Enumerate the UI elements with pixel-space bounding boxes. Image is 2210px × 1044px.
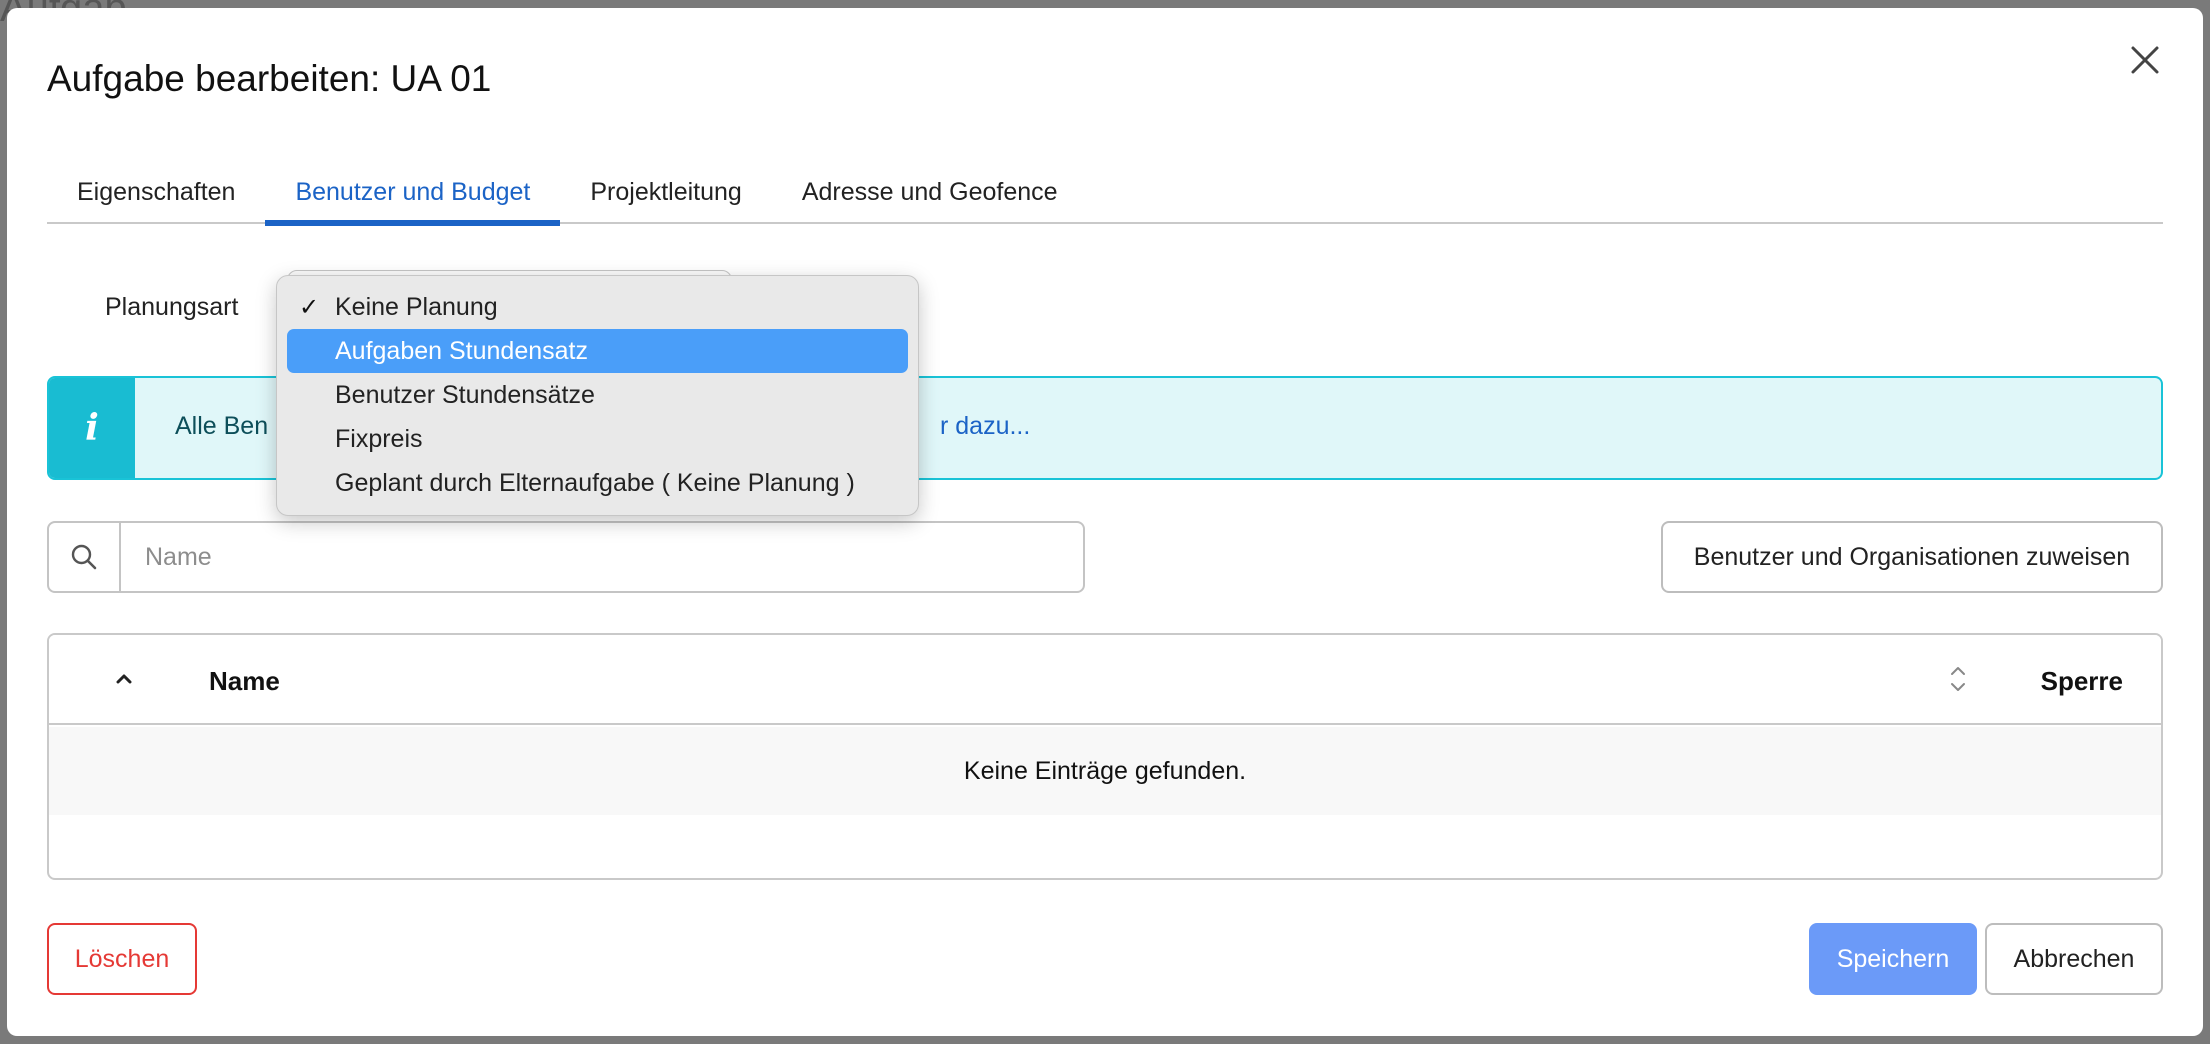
dropdown-option-label: Aufgaben Stundensatz bbox=[335, 336, 588, 365]
dropdown-option-keine-planung[interactable]: ✓ Keine Planung bbox=[287, 285, 908, 329]
edit-task-modal: Aufgabe bearbeiten: UA 01 Eigenschaften … bbox=[7, 8, 2203, 1036]
tab-projektleitung[interactable]: Projektleitung bbox=[560, 158, 771, 224]
dropdown-option-aufgaben-stundensatz[interactable]: Aufgaben Stundensatz bbox=[287, 329, 908, 373]
cancel-button[interactable]: Abbrechen bbox=[1985, 923, 2163, 995]
dropdown-option-geplant-durch-elternaufgabe[interactable]: Geplant durch Elternaufgabe ( Keine Plan… bbox=[287, 461, 908, 505]
tab-adresse-und-geofence[interactable]: Adresse und Geofence bbox=[772, 158, 1088, 224]
tab-bar: Eigenschaften Benutzer und Budget Projek… bbox=[47, 158, 2163, 226]
table-empty-message: Keine Einträge gefunden. bbox=[49, 727, 2161, 815]
save-button[interactable]: Speichern bbox=[1809, 923, 1977, 995]
close-button[interactable] bbox=[2121, 36, 2169, 84]
info-text: Alle Ben bbox=[175, 412, 269, 440]
chevron-up-icon[interactable] bbox=[109, 663, 139, 693]
info-icon: i bbox=[49, 378, 135, 478]
tab-eigenschaften[interactable]: Eigenschaften bbox=[47, 158, 265, 224]
search-group bbox=[47, 521, 1085, 593]
dropdown-option-label: Fixpreis bbox=[335, 424, 423, 453]
dropdown-option-benutzer-stundensaetze[interactable]: Benutzer Stundensätze bbox=[287, 373, 908, 417]
delete-button[interactable]: Löschen bbox=[47, 923, 197, 995]
search-input[interactable] bbox=[121, 523, 1083, 591]
planning-type-dropdown: ✓ Keine Planung Aufgaben Stundensatz Ben… bbox=[276, 275, 919, 516]
column-header-sperre: Sperre bbox=[2040, 666, 2123, 696]
dropdown-option-label: Keine Planung bbox=[335, 292, 498, 321]
modal-title: Aufgabe bearbeiten: UA 01 bbox=[47, 58, 492, 99]
close-icon bbox=[2131, 46, 2159, 74]
dropdown-option-fixpreis[interactable]: Fixpreis bbox=[287, 417, 908, 461]
users-table: Name Sperre Keine Einträge gefunden. bbox=[47, 633, 2163, 880]
search-addon bbox=[49, 523, 121, 591]
dropdown-option-label: Benutzer Stundensätze bbox=[335, 380, 595, 409]
column-header-name[interactable]: Name bbox=[209, 666, 280, 697]
search-icon bbox=[71, 544, 97, 570]
sort-icon[interactable] bbox=[1947, 661, 1969, 697]
info-more-link[interactable]: r dazu... bbox=[940, 412, 1030, 441]
dropdown-option-label: Geplant durch Elternaufgabe ( Keine Plan… bbox=[335, 468, 855, 497]
checkmark-icon: ✓ bbox=[299, 294, 320, 321]
table-header: Name Sperre bbox=[49, 635, 2161, 725]
tab-benutzer-und-budget[interactable]: Benutzer und Budget bbox=[265, 158, 561, 226]
planning-type-label: Planungsart bbox=[105, 293, 239, 321]
assign-users-button[interactable]: Benutzer und Organisationen zuweisen bbox=[1661, 521, 2163, 593]
